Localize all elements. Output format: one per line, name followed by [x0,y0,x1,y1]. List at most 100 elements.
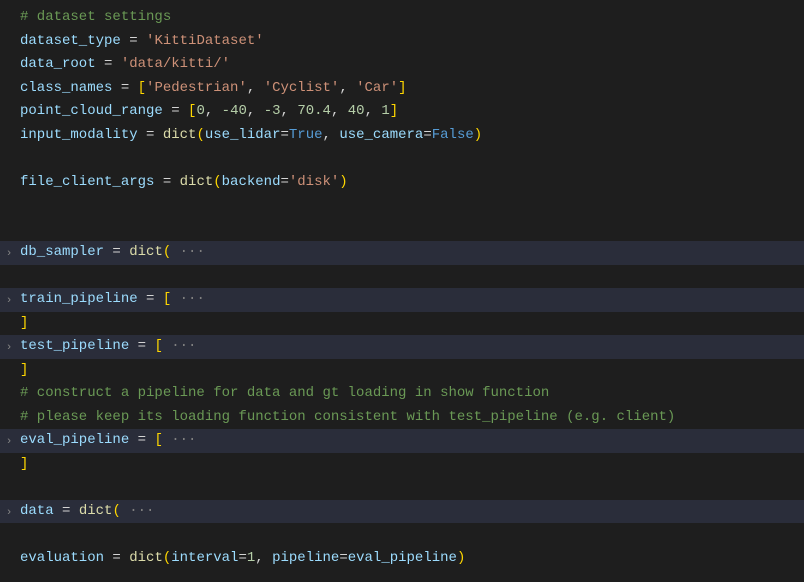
operator: = [129,432,154,448]
code-line[interactable]: ] [0,359,804,383]
identifier: db_sampler [20,244,104,260]
fold-gutter [0,194,18,218]
operator: = [54,503,79,519]
fold-toggle[interactable]: › [0,429,18,453]
function-call: dict [129,244,163,260]
fold-gutter [0,6,18,30]
code-line[interactable]: data_root = 'data/kitti/' [0,53,804,77]
operator: = [339,550,347,566]
operator: = [423,127,431,143]
parameter-name: use_camera [339,127,423,143]
operator: = [163,103,188,119]
chevron-right-icon: › [6,295,13,307]
parameter-name: interval [171,550,238,566]
code-line-empty[interactable] [0,523,804,547]
code-line[interactable]: point_cloud_range = [0, -40, -3, 70.4, 4… [0,100,804,124]
code-line-folded[interactable]: › db_sampler = dict( ··· [0,241,804,265]
code-line-folded[interactable]: › test_pipeline = [ ··· [0,335,804,359]
comma: , [255,550,272,566]
string-literal: 'Car' [356,80,398,96]
operator: = [129,338,154,354]
fold-ellipsis[interactable]: ··· [171,291,205,307]
chevron-right-icon: › [6,342,13,354]
operator: = [96,56,121,72]
code-line-empty[interactable] [0,194,804,218]
bracket: ] [398,80,406,96]
comment-text: # please keep its loading function consi… [20,409,675,425]
bracket: ] [20,362,28,378]
code-line[interactable]: input_modality = dict(use_lidar=True, us… [0,124,804,148]
bracket: ] [20,456,28,472]
fold-gutter [0,312,18,336]
code-line-empty[interactable] [0,218,804,242]
identifier: train_pipeline [20,291,138,307]
function-call: dict [129,550,163,566]
identifier: test_pipeline [20,338,129,354]
fold-gutter [0,523,18,547]
code-line[interactable]: # dataset settings [0,6,804,30]
comma: , [331,103,348,119]
identifier: dataset_type [20,33,121,49]
constant: False [432,127,474,143]
paren: ) [457,550,465,566]
identifier: eval_pipeline [348,550,457,566]
code-line[interactable]: # please keep its loading function consi… [0,406,804,430]
code-line-empty[interactable] [0,476,804,500]
fold-gutter [0,30,18,54]
identifier: file_client_args [20,174,154,190]
comma: , [247,103,264,119]
comma: , [365,103,382,119]
code-line[interactable]: ] [0,312,804,336]
comment-text: # construct a pipeline for data and gt l… [20,385,549,401]
fold-gutter [0,124,18,148]
fold-gutter [0,171,18,195]
operator: = [138,291,163,307]
identifier: eval_pipeline [20,432,129,448]
code-line[interactable]: evaluation = dict(interval=1, pipeline=e… [0,547,804,571]
number-literal: -40 [222,103,247,119]
code-line-folded[interactable]: › train_pipeline = [ ··· [0,288,804,312]
code-line[interactable]: ] [0,453,804,477]
fold-gutter [0,406,18,430]
fold-ellipsis[interactable]: ··· [163,338,197,354]
code-line[interactable]: dataset_type = 'KittiDataset' [0,30,804,54]
fold-gutter [0,53,18,77]
fold-toggle[interactable]: › [0,241,18,265]
identifier: data [20,503,54,519]
fold-toggle[interactable]: › [0,335,18,359]
fold-ellipsis[interactable]: ··· [163,432,197,448]
paren: ( [213,174,221,190]
code-editor[interactable]: # dataset settings dataset_type = 'Kitti… [0,0,804,570]
paren: ) [339,174,347,190]
fold-ellipsis[interactable]: ··· [171,244,205,260]
string-literal: 'data/kitti/' [121,56,230,72]
constant: True [289,127,323,143]
string-literal: 'disk' [289,174,339,190]
code-line-empty[interactable] [0,147,804,171]
code-line[interactable]: # construct a pipeline for data and gt l… [0,382,804,406]
fold-toggle[interactable]: › [0,288,18,312]
identifier: input_modality [20,127,138,143]
comma: , [323,127,340,143]
fold-toggle[interactable]: › [0,500,18,524]
operator: = [121,33,146,49]
code-line-empty[interactable] [0,265,804,289]
fold-ellipsis[interactable]: ··· [121,503,155,519]
code-line[interactable]: file_client_args = dict(backend='disk') [0,171,804,195]
code-line-folded[interactable]: › eval_pipeline = [ ··· [0,429,804,453]
code-line-folded[interactable]: › data = dict( ··· [0,500,804,524]
identifier: point_cloud_range [20,103,163,119]
number-literal: 1 [381,103,389,119]
function-call: dict [79,503,113,519]
operator: = [138,127,163,143]
number-literal: 0 [196,103,204,119]
string-literal: 'Pedestrian' [146,80,247,96]
chevron-right-icon: › [6,436,13,448]
fold-gutter [0,218,18,242]
operator: = [280,127,288,143]
code-line[interactable]: class_names = ['Pedestrian', 'Cyclist', … [0,77,804,101]
paren: ) [474,127,482,143]
parameter-name: use_lidar [205,127,281,143]
string-literal: 'Cyclist' [264,80,340,96]
chevron-right-icon: › [6,507,13,519]
